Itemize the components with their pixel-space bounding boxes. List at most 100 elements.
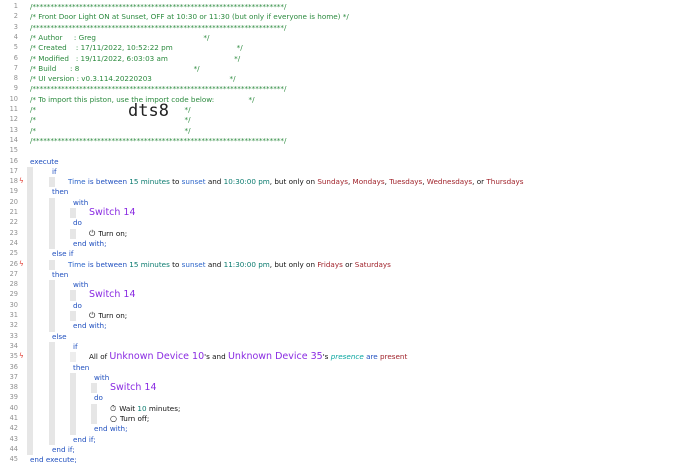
line-number: 27 bbox=[9, 269, 18, 278]
line-number: 25 bbox=[9, 249, 18, 258]
line-number: 4 bbox=[13, 32, 18, 41]
number: 15 bbox=[129, 177, 139, 187]
line-number: 19 bbox=[9, 187, 18, 196]
comment-text: /* Build : 8 */ bbox=[30, 63, 200, 73]
line-number: 31 bbox=[9, 311, 18, 319]
line-number: 10 bbox=[9, 94, 18, 103]
day-value: Thursdays bbox=[486, 177, 524, 187]
text: 's and bbox=[204, 352, 226, 362]
code-line: with bbox=[73, 280, 88, 289]
keyword-then: then bbox=[73, 362, 90, 372]
line-number: 11 bbox=[9, 105, 18, 113]
value-present: present bbox=[379, 352, 408, 362]
condition-line: Time is between 15 minutes to sunset and… bbox=[68, 177, 524, 186]
power-icon: ⏻ bbox=[89, 228, 96, 238]
line-number: 15 bbox=[9, 146, 18, 155]
number: 10 bbox=[137, 403, 147, 413]
comment-text: /* */ bbox=[30, 125, 191, 135]
line-number: 17 bbox=[9, 166, 18, 175]
line-number: 24 bbox=[9, 238, 18, 247]
action-text: minutes; bbox=[148, 403, 181, 413]
line-number: 40 bbox=[9, 403, 18, 412]
sunset-var: sunset bbox=[181, 259, 206, 269]
keyword-end-with: end with; bbox=[73, 238, 107, 248]
line-number: 3 bbox=[13, 22, 18, 31]
comment-text: /***************************************… bbox=[30, 84, 287, 94]
line-number: 7 bbox=[13, 63, 18, 72]
comment-text: /* Modified : 19/11/2022, 6:03:03 am */ bbox=[30, 53, 241, 63]
indent-guide bbox=[70, 228, 76, 239]
comment-line: /***************************************… bbox=[30, 136, 286, 145]
action-line: ⏻ Turn on; bbox=[89, 229, 127, 238]
line-number: 9 bbox=[13, 84, 18, 93]
indent-guide bbox=[70, 372, 76, 435]
keyword-else: else bbox=[52, 331, 67, 341]
comment-text: /* Front Door Light ON at Sunset, OFF at… bbox=[30, 12, 349, 22]
power-icon: ⏻ bbox=[89, 311, 96, 320]
keyword-then: then bbox=[52, 269, 69, 279]
line-number: 12 bbox=[9, 115, 18, 124]
code-line: if bbox=[73, 342, 78, 351]
day-value: Sundays bbox=[317, 177, 348, 187]
keyword-do: do bbox=[73, 300, 82, 310]
indent-guide bbox=[49, 259, 55, 270]
code-line: end with; bbox=[94, 424, 128, 433]
code-line: do bbox=[94, 393, 103, 402]
line-number: 43 bbox=[9, 434, 18, 443]
keyword-do: do bbox=[94, 393, 103, 403]
line-number: 36 bbox=[9, 362, 18, 371]
indent-guide bbox=[49, 280, 55, 332]
comment-line: /***************************************… bbox=[30, 2, 286, 11]
comment-text: /***************************************… bbox=[30, 22, 287, 32]
device-unknown-35: Unknown Device 35 bbox=[227, 351, 323, 363]
comment-text: /* Author : Greg */ bbox=[30, 32, 210, 42]
code-line: then bbox=[73, 363, 89, 372]
keyword-end-if: end if; bbox=[52, 444, 75, 454]
clock-icon: ⏱ bbox=[110, 403, 117, 413]
code-line: execute bbox=[30, 157, 59, 166]
line-number: 16 bbox=[9, 156, 18, 165]
text: , or bbox=[472, 177, 485, 187]
indent-guide bbox=[49, 197, 55, 250]
time-var: Time bbox=[68, 177, 86, 187]
code-line: else if bbox=[52, 249, 73, 258]
day-value: Tuesdays bbox=[389, 177, 423, 187]
code-line: with bbox=[73, 198, 88, 207]
line-number: 42 bbox=[9, 424, 18, 433]
indent-guide bbox=[49, 341, 55, 445]
indent-guide bbox=[70, 311, 76, 322]
sunset-var: sunset bbox=[181, 177, 206, 187]
comment-line: /* Build : 8 */ bbox=[30, 64, 200, 73]
line-number: 34 bbox=[9, 341, 18, 350]
text: All of bbox=[89, 352, 108, 362]
comment-line: /* Created : 17/11/2022, 10:52:22 pm */ bbox=[30, 43, 243, 52]
device-switch-14: Switch 14 bbox=[89, 207, 136, 218]
action-text: Turn on; bbox=[98, 228, 128, 238]
text: to bbox=[172, 177, 180, 187]
comment-line: /* UI version : v0.3.114.20220203 */ bbox=[30, 74, 236, 83]
text: to bbox=[172, 259, 180, 269]
text: , but only on bbox=[269, 259, 316, 269]
import-code[interactable]: dts8 bbox=[128, 103, 169, 120]
line-number: 44 bbox=[9, 444, 18, 453]
code-line: then bbox=[52, 187, 68, 196]
code-line: Switch 14 bbox=[89, 207, 136, 218]
code-line: Switch 14 bbox=[110, 383, 157, 393]
keyword-if: if bbox=[52, 166, 57, 176]
line-number: 18 bbox=[9, 177, 18, 186]
code-line: Switch 14 bbox=[89, 290, 136, 300]
line-number: 39 bbox=[9, 393, 18, 402]
indent-guide bbox=[70, 290, 76, 301]
condition-line: Time is between 15 minutes to sunset and… bbox=[68, 260, 391, 269]
indent-guide bbox=[27, 166, 33, 456]
line-number: 8 bbox=[13, 74, 18, 83]
keyword-end-with: end with; bbox=[73, 321, 107, 331]
attribute-presence: presence bbox=[330, 352, 364, 362]
condition-line: All of Unknown Device 10's and Unknown D… bbox=[89, 351, 408, 363]
keyword-end-execute: end execute; bbox=[30, 455, 77, 465]
code-line: if bbox=[52, 167, 57, 176]
text: , but only on bbox=[269, 177, 316, 187]
code-line: end if; bbox=[73, 435, 96, 444]
keyword-with: with bbox=[73, 197, 89, 207]
device-unknown-10: Unknown Device 10 bbox=[109, 351, 205, 363]
